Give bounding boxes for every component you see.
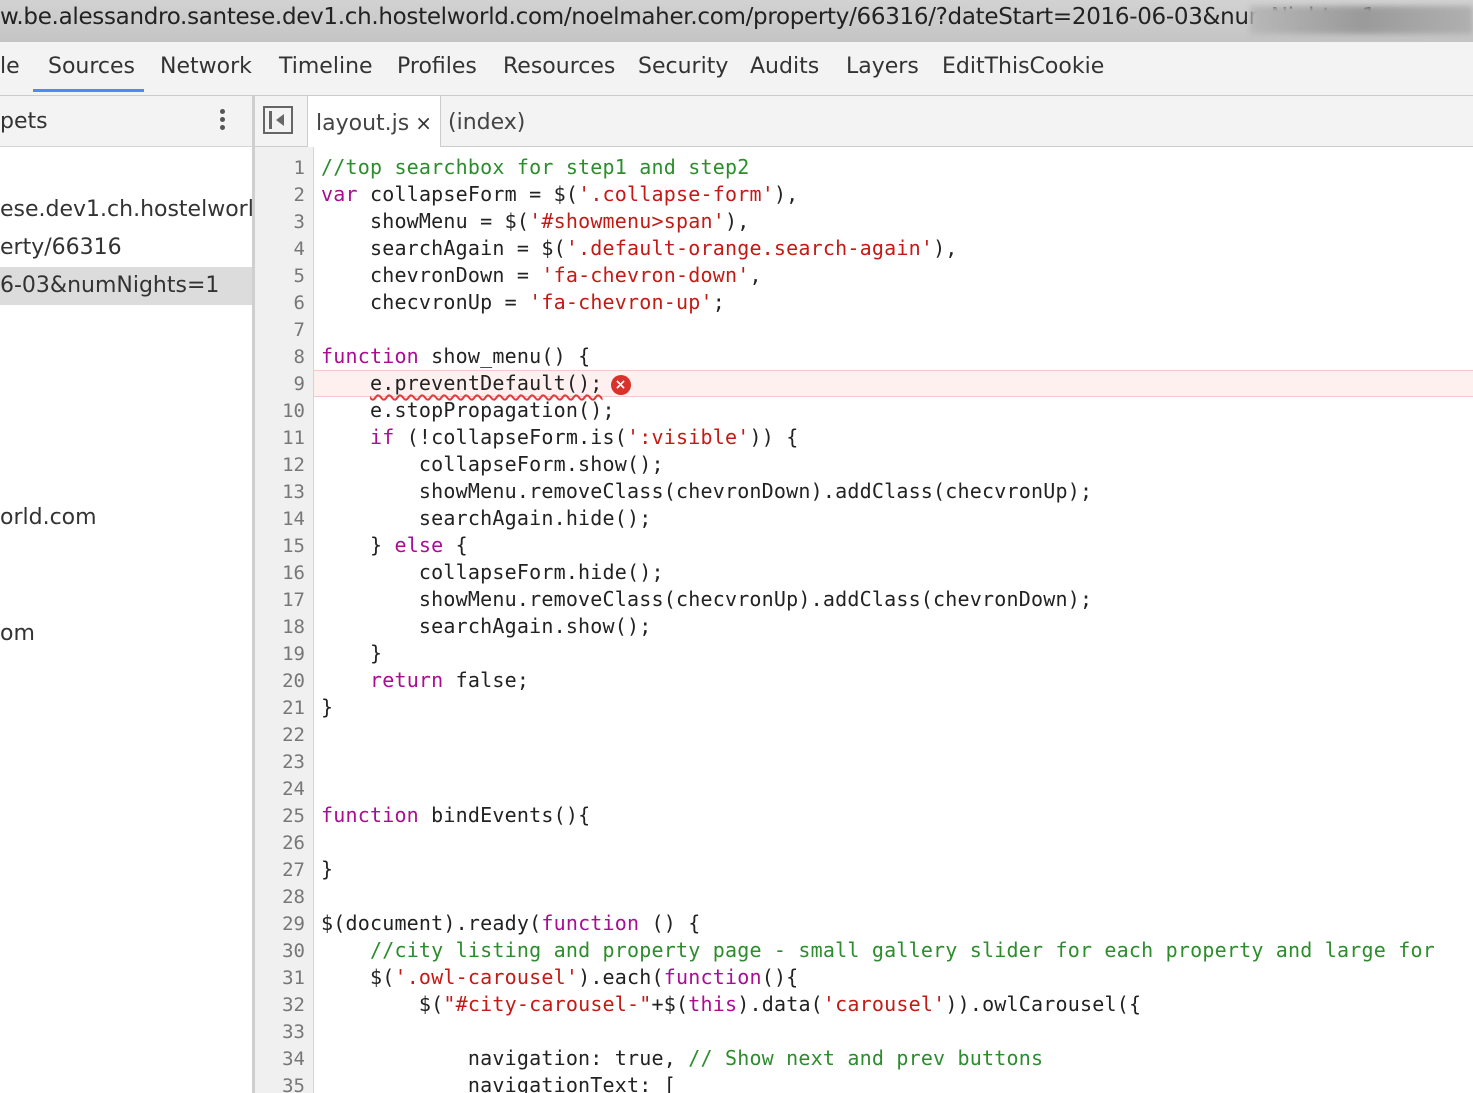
code-line: showMenu.removeClass(chevronDown).addCla… <box>321 479 1093 503</box>
code-line: collapseForm.hide(); <box>321 560 664 584</box>
code-line: } <box>321 857 334 881</box>
code-line: } else { <box>321 533 468 557</box>
code-line: searchAgain = $('.default-orange.search-… <box>321 236 958 260</box>
tree-item-property-folder[interactable]: erty/66316 <box>0 229 122 267</box>
tab-security[interactable]: Security <box>638 54 728 79</box>
line-number[interactable]: 27 <box>282 859 305 881</box>
code-line: } <box>321 641 383 665</box>
editor-tabs: layout.js × (index) <box>255 96 1473 147</box>
code-line: navigation: true, // Show next and prev … <box>321 1046 1044 1070</box>
tab-audits[interactable]: Audits <box>750 54 819 79</box>
line-number[interactable]: 8 <box>294 346 305 368</box>
tab-sources[interactable]: Sources <box>48 54 135 79</box>
address-url[interactable]: w.be.alessandro.santese.dev1.ch.hostelwo… <box>0 4 1376 30</box>
code-line: navigationText: [ <box>321 1073 676 1093</box>
code-line: //city listing and property page - small… <box>369 938 1435 962</box>
line-number[interactable]: 20 <box>282 670 305 692</box>
code-line: //top searchbox for step1 and step2 <box>321 155 750 179</box>
line-number[interactable]: 29 <box>282 913 305 935</box>
line-number[interactable]: 26 <box>282 832 305 854</box>
line-number[interactable]: 32 <box>282 994 305 1016</box>
line-number[interactable]: 1 <box>294 157 305 179</box>
tree-item-other-domain[interactable]: om <box>0 615 35 653</box>
browser-title-bar: w.be.alessandro.santese.dev1.ch.hostelwo… <box>0 0 1473 42</box>
code-line: return false; <box>369 668 530 692</box>
line-number-gutter: 1 2 3 4 5 6 7 8 9 10 11 12 13 14 15 16 17 18 19 20 21 22 23 24 2… <box>255 147 314 1093</box>
code-line: function bindEvents(){ <box>321 803 591 827</box>
code-line: checvronUp = 'fa-chevron-up'; <box>321 290 725 314</box>
line-number[interactable]: 9 <box>294 373 305 395</box>
line-number[interactable]: 10 <box>282 400 305 422</box>
code-line: chevronDown = 'fa-chevron-down', <box>321 263 762 287</box>
navigator-header: pets <box>0 96 252 147</box>
tree-item-index-selected[interactable]: 6-03&numNights=1 <box>0 267 252 305</box>
tab-editthiscookie[interactable]: EditThisCookie <box>942 54 1104 79</box>
sources-navigator: pets ese.dev1.ch.hostelworld.c erty/6631… <box>0 96 255 1093</box>
line-number[interactable]: 24 <box>282 778 305 800</box>
line-number[interactable]: 11 <box>282 427 305 449</box>
line-number[interactable]: 33 <box>282 1021 305 1043</box>
line-number[interactable]: 5 <box>294 265 305 287</box>
blurred-window-controls <box>1250 6 1473 34</box>
tab-profiles[interactable]: Profiles <box>397 54 477 79</box>
more-options-icon[interactable] <box>212 106 232 136</box>
toggle-navigator-icon[interactable] <box>263 106 293 134</box>
line-number[interactable]: 23 <box>282 751 305 773</box>
error-icon[interactable]: × <box>610 374 631 395</box>
code-line: showMenu.removeClass(checvronUp).addClas… <box>321 587 1093 611</box>
line-number[interactable]: 17 <box>282 589 305 611</box>
code-line: collapseForm.show(); <box>321 452 664 476</box>
tab-console[interactable]: le <box>0 54 20 79</box>
code-line: } <box>321 695 334 719</box>
code-line: if (!collapseForm.is(':visible')) { <box>369 425 799 449</box>
line-number[interactable]: 35 <box>282 1075 305 1093</box>
code-line: e.preventDefault(); × <box>321 370 631 397</box>
line-number[interactable]: 6 <box>294 292 305 314</box>
active-tab-indicator <box>33 89 144 92</box>
line-number[interactable]: 22 <box>282 724 305 746</box>
tab-layers[interactable]: Layers <box>846 54 919 79</box>
navigator-tab-snippets[interactable]: pets <box>0 109 48 134</box>
line-number[interactable]: 3 <box>294 211 305 233</box>
line-number[interactable]: 12 <box>282 454 305 476</box>
line-number[interactable]: 34 <box>282 1048 305 1070</box>
tree-item-hostelworld[interactable]: orld.com <box>0 499 97 537</box>
code-line: searchAgain.hide(); <box>321 506 652 530</box>
line-number[interactable]: 21 <box>282 697 305 719</box>
line-number[interactable]: 15 <box>282 535 305 557</box>
code-line: $("#city-carousel-"+$(this).data('carous… <box>321 992 1142 1016</box>
file-tab-layout-js[interactable]: layout.js × <box>307 96 441 147</box>
tab-resources[interactable]: Resources <box>503 54 615 79</box>
code-line: searchAgain.show(); <box>321 614 652 638</box>
close-tab-icon[interactable]: × <box>415 111 432 135</box>
file-tab-index[interactable]: (index) <box>448 96 525 146</box>
code-line: e.stopPropagation(); <box>321 398 615 422</box>
code-line: $(document).ready(function () { <box>321 911 701 935</box>
line-number[interactable]: 18 <box>282 616 305 638</box>
line-number[interactable]: 28 <box>282 886 305 908</box>
code-line: $('.owl-carousel').each(function(){ <box>321 965 799 989</box>
tab-timeline[interactable]: Timeline <box>279 54 373 79</box>
line-number[interactable]: 30 <box>282 940 305 962</box>
devtools-panel-tabs: le Sources Network Timeline Profiles Res… <box>0 42 1473 96</box>
line-number[interactable]: 19 <box>282 643 305 665</box>
line-number[interactable]: 31 <box>282 967 305 989</box>
code-line: var collapseForm = $('.collapse-form'), <box>321 182 799 206</box>
tab-network[interactable]: Network <box>160 54 252 79</box>
line-number[interactable]: 13 <box>282 481 305 503</box>
line-number[interactable]: 16 <box>282 562 305 584</box>
code-editor: layout.js × (index) 1 2 3 4 5 6 7 8 9 10 11 12 13 14 15… <box>255 96 1473 1093</box>
code-line: function show_menu() { <box>321 344 591 368</box>
code-line: showMenu = $('#showmenu>span'), <box>321 209 750 233</box>
line-number[interactable]: 2 <box>294 184 305 206</box>
tree-item-host[interactable]: ese.dev1.ch.hostelworld.c <box>0 191 252 229</box>
file-tab-label: layout.js <box>316 111 410 136</box>
line-number[interactable]: 14 <box>282 508 305 530</box>
line-number[interactable]: 25 <box>282 805 305 827</box>
line-number[interactable]: 7 <box>294 319 305 341</box>
line-number[interactable]: 4 <box>294 238 305 260</box>
